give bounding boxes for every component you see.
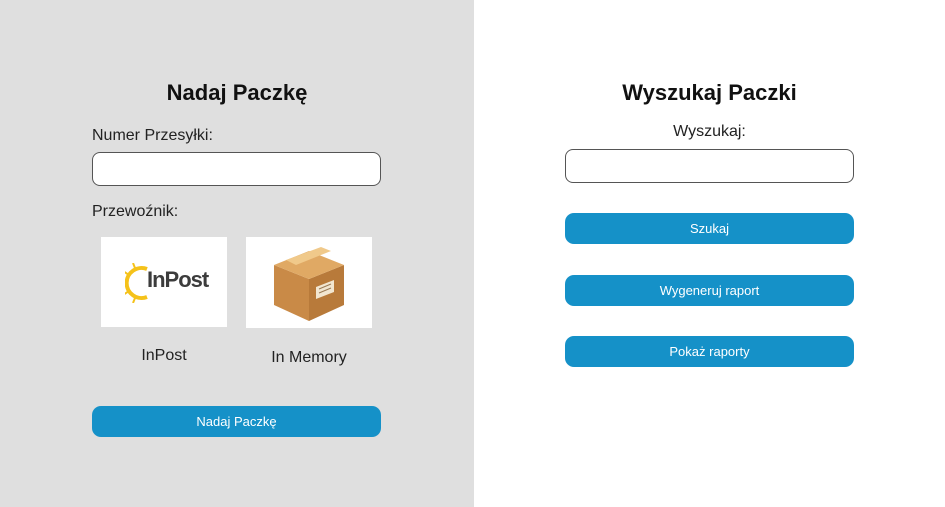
carrier-option-in-memory[interactable]	[246, 237, 372, 328]
tracking-number-label: Numer Przesyłki:	[92, 127, 213, 144]
send-parcel-button[interactable]: Nadaj Paczkę	[92, 406, 381, 437]
send-parcel-panel: Nadaj Paczkę Numer Przesyłki: Przewoźnik…	[0, 0, 474, 507]
search-parcels-title: Wyszukaj Paczki	[622, 80, 797, 105]
carrier-option-inpost[interactable]: InPost	[101, 237, 227, 327]
inpost-logo-text: InPost	[147, 267, 209, 292]
carrier-name-in-memory: In Memory	[271, 349, 347, 366]
send-parcel-title: Nadaj Paczkę	[166, 80, 308, 105]
search-input[interactable]	[565, 149, 854, 183]
carrier-name-inpost: InPost	[141, 347, 187, 364]
generate-report-button[interactable]: Wygeneruj raport	[565, 275, 854, 306]
search-button[interactable]: Szukaj	[565, 213, 854, 244]
carrier-label: Przewoźnik:	[92, 203, 179, 220]
tracking-number-input[interactable]	[92, 152, 381, 186]
search-label: Wyszukaj:	[673, 123, 746, 140]
package-box-icon	[274, 247, 344, 321]
search-parcels-panel: Wyszukaj Paczki Wyszukaj: Szukaj Wygener…	[474, 0, 945, 507]
show-reports-button[interactable]: Pokaż raporty	[565, 336, 854, 367]
inpost-logo: InPost	[125, 263, 215, 303]
